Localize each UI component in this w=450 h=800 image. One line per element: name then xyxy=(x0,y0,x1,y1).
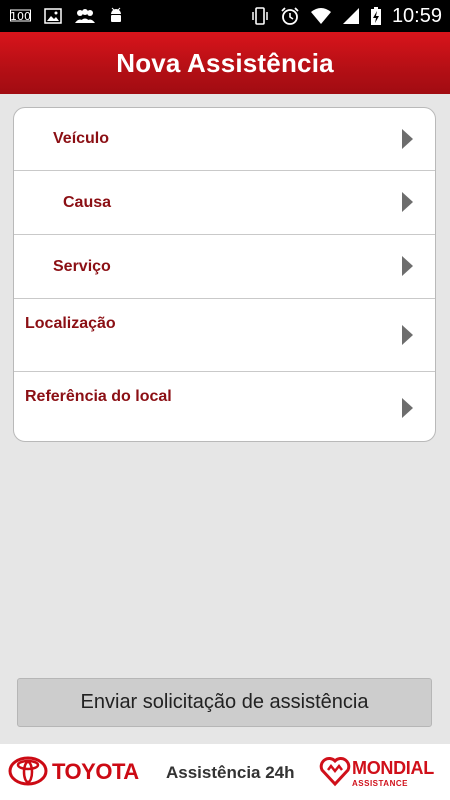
image-icon xyxy=(44,8,62,24)
alarm-icon xyxy=(280,6,300,26)
assistance-menu: Veículo Causa Serviço Localização Referê… xyxy=(13,107,436,442)
menu-item-label: Serviço xyxy=(53,258,111,275)
people-icon xyxy=(74,8,96,24)
battery-charging-icon xyxy=(370,6,382,26)
assistance-24h-label: Assistência 24h xyxy=(166,763,295,782)
menu-item-label: Veículo xyxy=(53,130,110,147)
app-header: Nova Assistência xyxy=(0,32,450,94)
mondial-logo-icon xyxy=(318,754,352,793)
send-request-button[interactable]: Enviar solicitação de assistência xyxy=(17,678,432,727)
menu-item-localizacao[interactable]: Localização xyxy=(14,299,435,372)
toyota-brand: TOYOTA xyxy=(52,759,139,784)
vibrate-icon xyxy=(250,7,270,25)
toyota-logo-icon xyxy=(8,756,48,791)
menu-item-label: Referência do local xyxy=(25,388,172,405)
signal-icon xyxy=(342,7,360,25)
footer-branding: TOYOTA Assistência 24h MONDIAL ASSISTANC… xyxy=(0,744,450,800)
chevron-right-icon xyxy=(402,129,413,149)
menu-item-veiculo[interactable]: Veículo xyxy=(14,108,435,171)
clock: 10:59 xyxy=(391,4,442,27)
chevron-right-icon xyxy=(402,398,413,418)
mondial-brand-sub: ASSISTANCE xyxy=(352,779,408,788)
chevron-right-icon xyxy=(402,192,413,212)
menu-item-label: Causa xyxy=(63,194,112,211)
menu-item-causa[interactable]: Causa xyxy=(14,171,435,235)
menu-item-servico[interactable]: Serviço xyxy=(14,235,435,299)
wifi-icon xyxy=(310,7,332,25)
menu-item-label: Localização xyxy=(25,315,116,332)
chevron-right-icon xyxy=(402,256,413,276)
chevron-right-icon xyxy=(402,325,413,345)
status-bar: 100 10:59 xyxy=(0,0,450,32)
battery-100-icon: 100 xyxy=(10,8,32,24)
mondial-brand: MONDIAL xyxy=(352,758,434,778)
android-icon xyxy=(108,7,124,25)
page-title: Nova Assistência xyxy=(116,47,334,78)
menu-item-referencia[interactable]: Referência do local xyxy=(14,372,435,441)
